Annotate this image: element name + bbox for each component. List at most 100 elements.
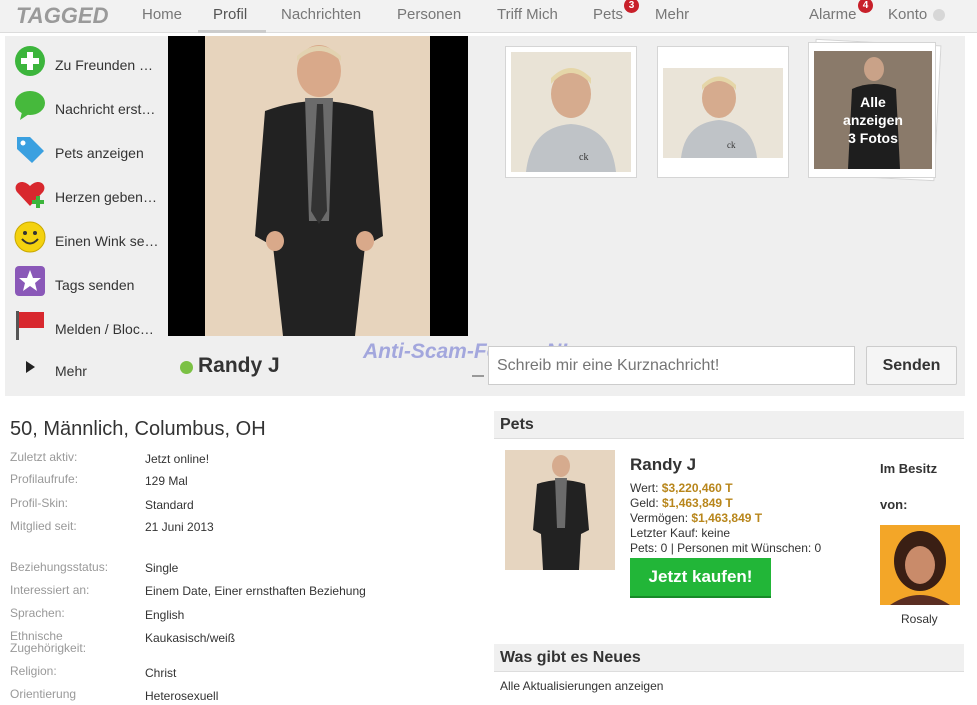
all-photos-label: anzeigen: [843, 112, 903, 128]
sidebar-item-label: Mehr: [55, 363, 87, 379]
wert-label: Wert:: [630, 481, 659, 495]
message-icon: [15, 91, 45, 120]
info-value: Einem Date, Einer ernsthaften Beziehung: [145, 584, 366, 598]
pets-stats: Pets: 0 | Personen mit Wünschen: 0: [630, 541, 822, 555]
thumbnail-image: ck: [663, 68, 783, 158]
svg-text:ck: ck: [727, 140, 736, 150]
nav-alarme[interactable]: Alarme: [809, 6, 857, 23]
pet-image: [505, 450, 615, 570]
triangle-right-icon: [26, 361, 35, 373]
sidebar-item-pets[interactable]: Pets anzeigen: [5, 128, 168, 172]
profile-action-sidebar: Zu Freunden … Nachricht erst… Pets anzei…: [5, 36, 168, 396]
konto-status-dot: [933, 9, 945, 21]
owner-name[interactable]: Rosaly: [901, 612, 938, 626]
pet-photo[interactable]: [505, 450, 615, 570]
smiley-icon: [14, 221, 46, 253]
all-photos-label: Alle: [860, 94, 886, 110]
sidebar-item-hearts[interactable]: Herzen geben…: [5, 172, 168, 216]
nav-profil[interactable]: Profil: [213, 6, 247, 23]
sidebar-item-message[interactable]: Nachricht erst…: [5, 84, 168, 128]
nav-nachrichten[interactable]: Nachrichten: [281, 6, 361, 23]
info-label: Profil-Skin:: [10, 496, 69, 510]
stack-front-card: Alle anzeigen 3 Fotos: [808, 42, 936, 178]
active-tab-indicator: [198, 30, 266, 33]
nav-konto[interactable]: Konto: [888, 6, 927, 23]
info-value: Christ: [145, 666, 177, 680]
star-icon: [15, 266, 45, 296]
info-value: English: [145, 608, 185, 622]
wert-value: $3,220,460 T: [661, 481, 733, 495]
pet-value-line: Wert: $3,220,460 T: [630, 481, 733, 495]
sidebar-item-label: Herzen geben…: [55, 189, 157, 205]
minimize-icon[interactable]: [472, 375, 484, 377]
sidebar-item-more[interactable]: Mehr: [5, 346, 168, 390]
buy-now-button[interactable]: Jetzt kaufen!: [630, 558, 771, 598]
quick-message-input[interactable]: [488, 346, 855, 385]
info-value: 21 Juni 2013: [145, 520, 214, 534]
owned-by-label: von:: [880, 497, 908, 512]
sidebar-item-label: Melden / Bloc…: [55, 321, 154, 337]
svg-text:ck: ck: [579, 152, 588, 163]
sidebar-item-add-friend[interactable]: Zu Freunden …: [5, 40, 168, 84]
send-button[interactable]: Senden: [866, 346, 957, 385]
info-value: Kaukasisch/weiß: [145, 631, 236, 645]
add-friend-icon: [15, 46, 45, 76]
main-profile-photo[interactable]: [168, 36, 468, 336]
man-in-suit-illustration: [205, 36, 430, 336]
info-label: Orientierung: [10, 687, 77, 701]
flag-icon: [16, 311, 44, 340]
sidebar-item-report[interactable]: Melden / Bloc…: [5, 304, 168, 348]
tagged-logo[interactable]: TAGGED: [16, 3, 108, 29]
photo-image: [205, 36, 430, 336]
heart-icon: [15, 181, 45, 208]
sidebar-item-label: Zu Freunden …: [55, 57, 154, 73]
nav-pets[interactable]: Pets: [593, 6, 623, 23]
top-navigation: TAGGED Home Profil Nachrichten Personen …: [0, 0, 977, 33]
vermoegen-label: Vermögen:: [630, 511, 689, 525]
pet-assets-line: Vermögen: $1,463,849 T: [630, 511, 762, 525]
pet-cash-line: Geld: $1,463,849 T: [630, 496, 733, 510]
pet-name[interactable]: Randy J: [630, 455, 696, 475]
profile-headline: 50, Männlich, Columbus, OH: [10, 418, 266, 440]
sidebar-item-label: Tags senden: [55, 277, 135, 293]
news-section-header: Was gibt es Neues: [494, 644, 964, 672]
owned-by-label: Im Besitz: [880, 461, 938, 476]
photo-count: 3 Fotos: [848, 130, 898, 146]
last-purchase: Letzter Kauf: keine: [630, 526, 731, 540]
alarme-badge: 4: [858, 0, 873, 13]
info-value: 129 Mal: [145, 474, 188, 488]
sidebar-item-tags[interactable]: Tags senden: [5, 260, 168, 304]
nav-personen[interactable]: Personen: [397, 6, 461, 23]
photo-thumbnail[interactable]: ck: [657, 46, 789, 178]
tag-icon: [17, 137, 44, 163]
info-value: Standard: [145, 498, 194, 512]
owner-avatar[interactable]: [880, 525, 960, 605]
owner-image: [880, 525, 960, 605]
online-status-dot: [180, 361, 193, 374]
sidebar-item-wink[interactable]: Einen Wink se…: [5, 216, 168, 260]
info-label: Zuletzt aktiv:: [10, 450, 78, 464]
info-value: Single: [145, 561, 179, 575]
sidebar-item-label: Pets anzeigen: [55, 145, 144, 161]
sidebar-item-label: Einen Wink se…: [55, 233, 159, 249]
pets-section-header: Pets: [494, 411, 964, 439]
geld-value: $1,463,849 T: [662, 496, 733, 510]
info-label: Ethnische Zugehörigkeit:: [10, 629, 87, 655]
pets-badge: 3: [624, 0, 639, 13]
nav-triff-mich[interactable]: Triff Mich: [497, 6, 558, 23]
info-label: Profilaufrufe:: [10, 472, 79, 486]
info-label: Religion:: [10, 664, 57, 678]
section-title: Pets: [500, 416, 534, 433]
info-label: Sprachen:: [10, 606, 65, 620]
photo-thumbnail[interactable]: ck: [505, 46, 637, 178]
sidebar-item-label: Nachricht erst…: [55, 101, 156, 117]
all-updates-link[interactable]: Alle Aktualisierungen anzeigen: [500, 679, 663, 693]
nav-home[interactable]: Home: [142, 6, 182, 23]
section-title: Was gibt es Neues: [500, 649, 641, 666]
info-label: Mitglied seit:: [10, 519, 77, 533]
nav-mehr[interactable]: Mehr: [655, 6, 689, 23]
profile-name: Randy J: [198, 354, 280, 377]
geld-label: Geld:: [630, 496, 659, 510]
info-label: Beziehungsstatus:: [10, 560, 109, 574]
info-label: Interessiert an:: [10, 583, 90, 597]
